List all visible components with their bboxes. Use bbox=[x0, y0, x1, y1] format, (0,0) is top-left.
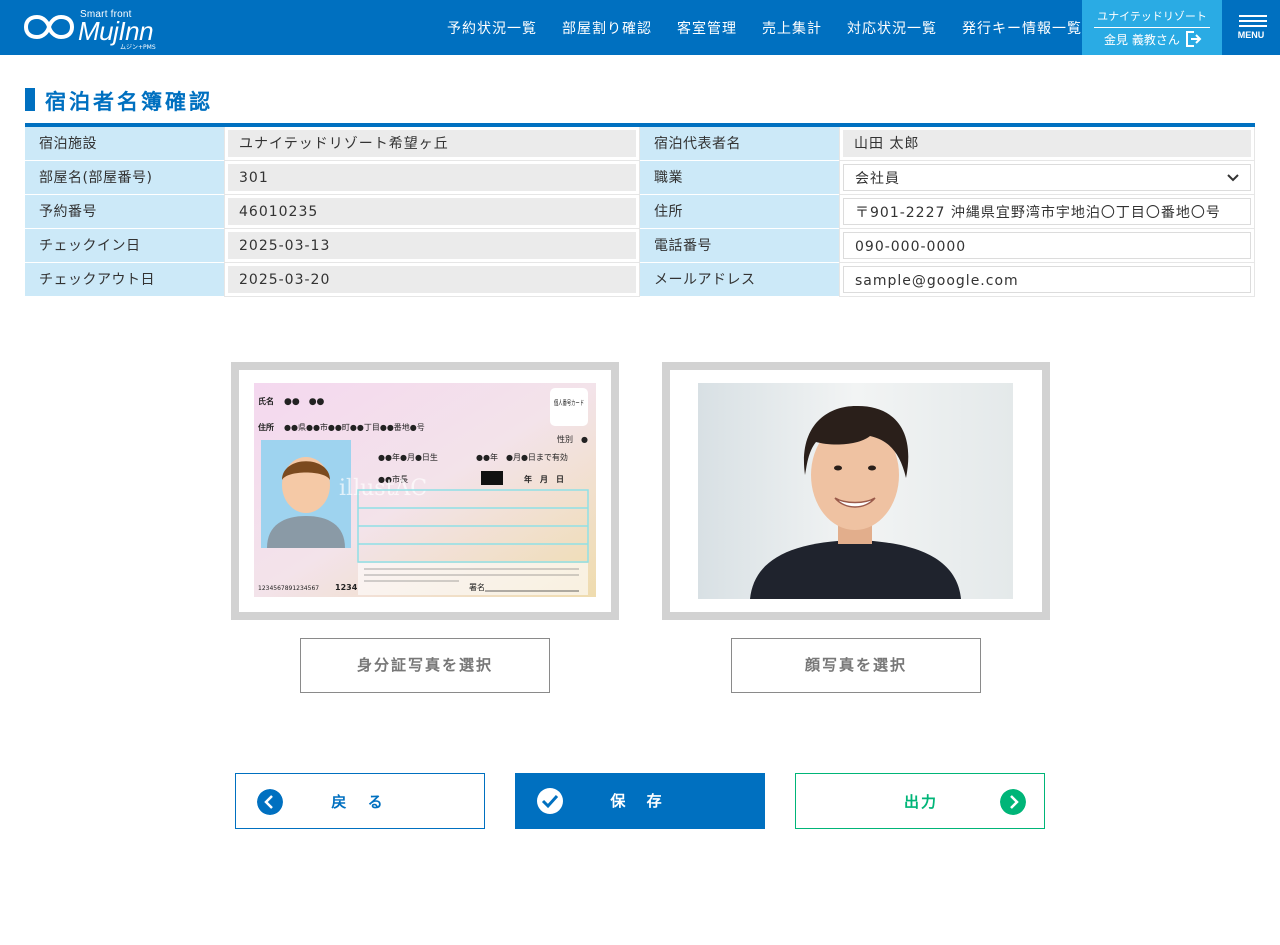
id-number: 1234567891234567 bbox=[258, 585, 319, 592]
id-name-value: ●● ●● bbox=[284, 397, 325, 407]
representative-value: 山田 太郎 bbox=[843, 130, 1251, 157]
id-watermark: illustAC bbox=[339, 476, 427, 501]
hamburger-icon bbox=[1239, 15, 1267, 17]
email-field[interactable]: sample@google.com bbox=[843, 266, 1251, 293]
reservation-number-value: 46010235 bbox=[228, 198, 636, 225]
main-nav: 予約状況一覧 部屋割り確認 客室管理 売上集計 対応状況一覧 発行キー情報一覧 bbox=[422, 0, 1082, 55]
infinity-logo-icon bbox=[24, 14, 74, 40]
room-label: 部屋名(部屋番号) bbox=[25, 161, 224, 195]
output-button[interactable]: 出力 bbox=[795, 773, 1045, 829]
info-row: 宿泊施設 ユナイテッドリゾート希望ヶ丘 宿泊代表者名 山田 太郎 bbox=[25, 127, 1255, 161]
info-row: 部屋名(部屋番号) 301 職業 会社員 bbox=[25, 161, 1255, 195]
page-title: 宿泊者名簿確認 bbox=[45, 90, 213, 114]
logo-subtext: ムジン+PMS bbox=[120, 44, 156, 51]
facility-cell: ユナイテッドリゾート希望ヶ丘 bbox=[224, 127, 640, 161]
nav-reservation-list[interactable]: 予約状況一覧 bbox=[447, 18, 537, 38]
id-badge: 個人番号カード bbox=[554, 398, 584, 407]
email-cell: sample@google.com bbox=[839, 263, 1255, 297]
id-gender: 性別 ● bbox=[557, 434, 588, 444]
checkin-value: 2025-03-13 bbox=[228, 232, 636, 259]
hamburger-bar bbox=[1239, 25, 1267, 27]
id-address-value: ●●県●●市●●町●●丁目●●番地●号 bbox=[284, 422, 425, 432]
logout-icon[interactable] bbox=[1184, 30, 1202, 48]
chevron-down-icon bbox=[1227, 174, 1239, 182]
face-photo-frame bbox=[662, 362, 1050, 620]
nav-response-status[interactable]: 対応状況一覧 bbox=[847, 18, 937, 38]
id-label-block bbox=[481, 471, 503, 485]
phone-cell: 090-000-0000 bbox=[839, 229, 1255, 263]
face-photo-image bbox=[698, 383, 1013, 599]
checkout-value: 2025-03-20 bbox=[228, 266, 636, 293]
facility-label: 宿泊施設 bbox=[25, 127, 224, 161]
nav-room-management[interactable]: 客室管理 bbox=[677, 18, 737, 38]
user-divider bbox=[1094, 27, 1210, 28]
back-button[interactable]: 戻 る bbox=[235, 773, 485, 829]
id-sign: 署名 bbox=[469, 582, 485, 592]
representative-label: 宿泊代表者名 bbox=[640, 127, 839, 161]
reservation-number-cell: 46010235 bbox=[224, 195, 640, 229]
nav-sales-summary[interactable]: 売上集計 bbox=[762, 18, 822, 38]
user-account-box[interactable]: ユナイテッドリゾート 金見 義教さん bbox=[1082, 0, 1222, 55]
id-valid: ●●年 ●月●日まで有効 bbox=[476, 452, 568, 462]
logo-wordmark: MujInn bbox=[78, 16, 154, 46]
id-birth: ●●年●月●日生 bbox=[378, 452, 438, 462]
room-value: 301 bbox=[228, 164, 636, 191]
menu-label: MENU bbox=[1237, 30, 1265, 40]
checkin-label: チェックイン日 bbox=[25, 229, 224, 263]
occupation-select[interactable]: 会社員 bbox=[843, 164, 1251, 191]
facility-value: ユナイテッドリゾート希望ヶ丘 bbox=[228, 130, 636, 157]
top-header: Smart front MujInn ムジン+PMS 予約状況一覧 部屋割り確認… bbox=[0, 0, 1280, 55]
id-photo-frame: 氏名 ●● ●● 個人番号カード 住所 ●●県●●市●●町●●丁目●●番地●号 … bbox=[231, 362, 619, 620]
checkout-cell: 2025-03-20 bbox=[224, 263, 640, 297]
address-cell: 〒901-2227 沖縄県宜野湾市宇地泊〇丁目〇番地〇号 bbox=[839, 195, 1255, 229]
email-label: メールアドレス bbox=[640, 263, 839, 297]
id-card-image: 氏名 ●● ●● 個人番号カード 住所 ●●県●●市●●町●●丁目●●番地●号 … bbox=[254, 383, 596, 597]
title-accent-bar bbox=[25, 88, 35, 111]
nav-room-assignment[interactable]: 部屋割り確認 bbox=[562, 18, 652, 38]
user-name: 金見 義教さん bbox=[1104, 33, 1180, 47]
chevron-right-icon bbox=[1000, 789, 1026, 815]
phone-label: 電話番号 bbox=[640, 229, 839, 263]
info-row: チェックアウト日 2025-03-20 メールアドレス sample@googl… bbox=[25, 263, 1255, 297]
address-label: 住所 bbox=[640, 195, 839, 229]
app-logo[interactable]: Smart front MujInn ムジン+PMS bbox=[24, 9, 164, 51]
phone-field[interactable]: 090-000-0000 bbox=[843, 232, 1251, 259]
save-button[interactable]: 保 存 bbox=[515, 773, 765, 829]
representative-cell: 山田 太郎 bbox=[839, 127, 1255, 161]
info-row: チェックイン日 2025-03-13 電話番号 090-000-0000 bbox=[25, 229, 1255, 263]
id-address-label: 住所 bbox=[258, 422, 274, 432]
occupation-cell: 会社員 bbox=[839, 161, 1255, 195]
nav-issued-keys[interactable]: 発行キー情報一覧 bbox=[962, 18, 1082, 38]
user-company: ユナイテッドリゾート bbox=[1097, 10, 1207, 23]
select-face-photo-button[interactable]: 顔写真を選択 bbox=[731, 638, 981, 693]
id-name-label: 氏名 bbox=[258, 396, 274, 406]
reservation-number-label: 予約番号 bbox=[25, 195, 224, 229]
address-field[interactable]: 〒901-2227 沖縄県宜野湾市宇地泊〇丁目〇番地〇号 bbox=[843, 198, 1251, 225]
select-id-photo-button[interactable]: 身分証写真を選択 bbox=[300, 638, 550, 693]
id-pin: 1234 bbox=[335, 583, 358, 592]
occupation-label: 職業 bbox=[640, 161, 839, 195]
occupation-selected-value: 会社員 bbox=[855, 171, 900, 187]
back-label: 戻 る bbox=[331, 793, 391, 811]
room-cell: 301 bbox=[224, 161, 640, 195]
save-label: 保 存 bbox=[610, 792, 670, 810]
info-row: 予約番号 46010235 住所 〒901-2227 沖縄県宜野湾市宇地泊〇丁目… bbox=[25, 195, 1255, 229]
id-badge-box bbox=[550, 388, 588, 426]
hamburger-bar bbox=[1239, 20, 1267, 22]
id-ymd: 年 月 日 bbox=[524, 474, 564, 484]
menu-button[interactable]: MENU bbox=[1222, 0, 1280, 55]
checkin-cell: 2025-03-13 bbox=[224, 229, 640, 263]
checkout-label: チェックアウト日 bbox=[25, 263, 224, 297]
